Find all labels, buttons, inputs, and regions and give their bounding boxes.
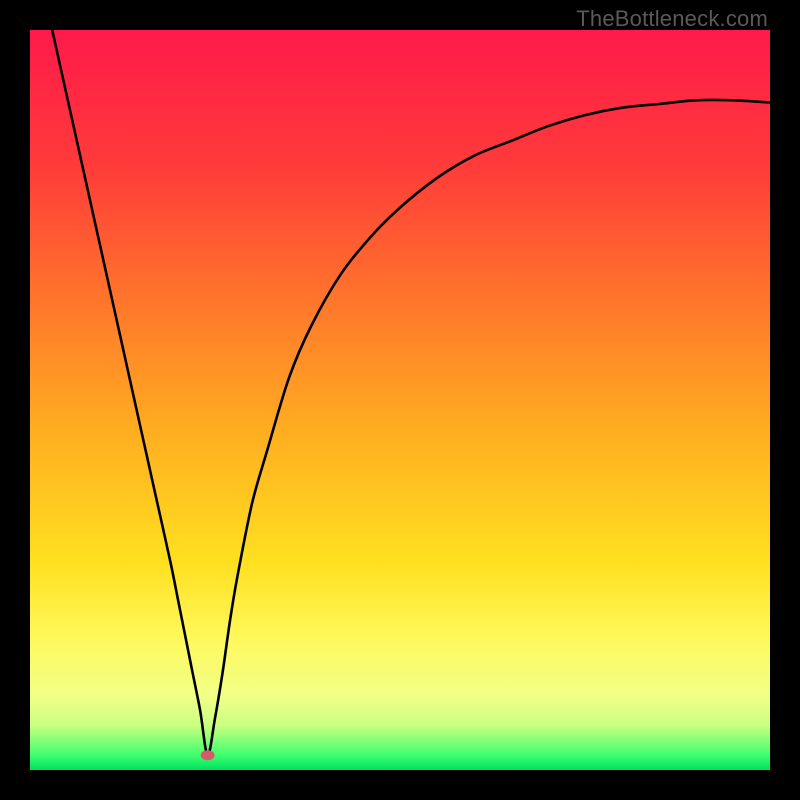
gradient-background: [30, 30, 770, 770]
bottleneck-chart: [30, 30, 770, 770]
watermark-label: TheBottleneck.com: [576, 6, 768, 32]
optimal-point-marker: [201, 750, 215, 760]
chart-frame: [30, 30, 770, 770]
